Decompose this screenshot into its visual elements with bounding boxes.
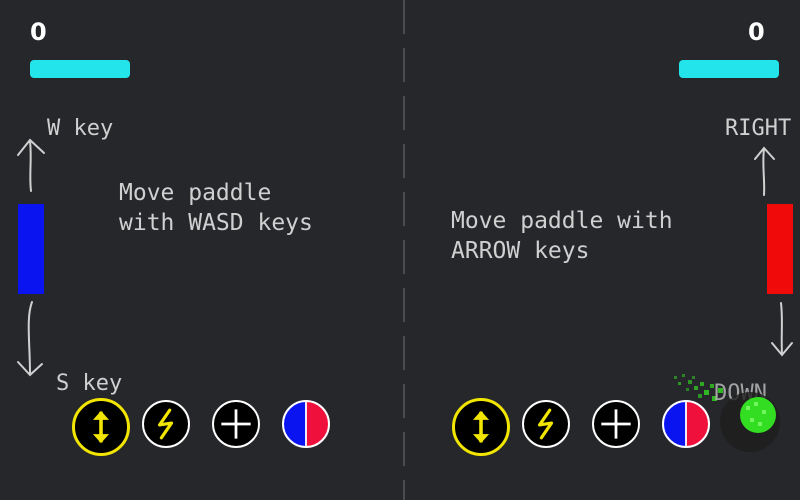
right-paddle[interactable] xyxy=(767,204,793,294)
right-powerup-resize[interactable] xyxy=(452,398,510,456)
left-instructions: Move paddle with WASD keys xyxy=(119,180,313,236)
right-score: 0 xyxy=(748,18,765,46)
right-up-arrow-icon xyxy=(754,146,775,196)
right-power-bar xyxy=(679,60,779,78)
left-paddle[interactable] xyxy=(18,204,44,294)
left-score: 0 xyxy=(30,18,47,46)
resize-arrows-icon xyxy=(472,410,490,444)
left-up-arrow-icon xyxy=(17,138,45,192)
left-up-key-label: W key xyxy=(47,116,114,141)
resize-arrows-icon xyxy=(92,410,110,444)
lightning-icon xyxy=(157,408,174,440)
left-powerup-crosshair[interactable] xyxy=(212,400,260,448)
left-powerup-lightning[interactable] xyxy=(142,400,190,448)
split-color-icon xyxy=(305,402,307,446)
lightning-icon xyxy=(537,408,554,440)
right-instructions: Move paddle with ARROW keys xyxy=(451,208,673,264)
right-powerup-lightning[interactable] xyxy=(522,400,570,448)
left-powerup-split-color[interactable] xyxy=(282,400,330,448)
right-powerup-crosshair[interactable] xyxy=(592,400,640,448)
left-powerup-resize[interactable] xyxy=(72,398,130,456)
left-down-arrow-icon xyxy=(17,301,43,377)
right-down-arrow-icon xyxy=(771,302,793,357)
left-power-bar xyxy=(30,60,130,78)
crosshair-icon xyxy=(221,409,251,439)
ball xyxy=(720,392,780,452)
left-down-key-label: S key xyxy=(56,371,123,396)
center-divider xyxy=(403,0,405,500)
right-up-key-label: RIGHT xyxy=(725,116,792,141)
crosshair-icon xyxy=(601,409,631,439)
